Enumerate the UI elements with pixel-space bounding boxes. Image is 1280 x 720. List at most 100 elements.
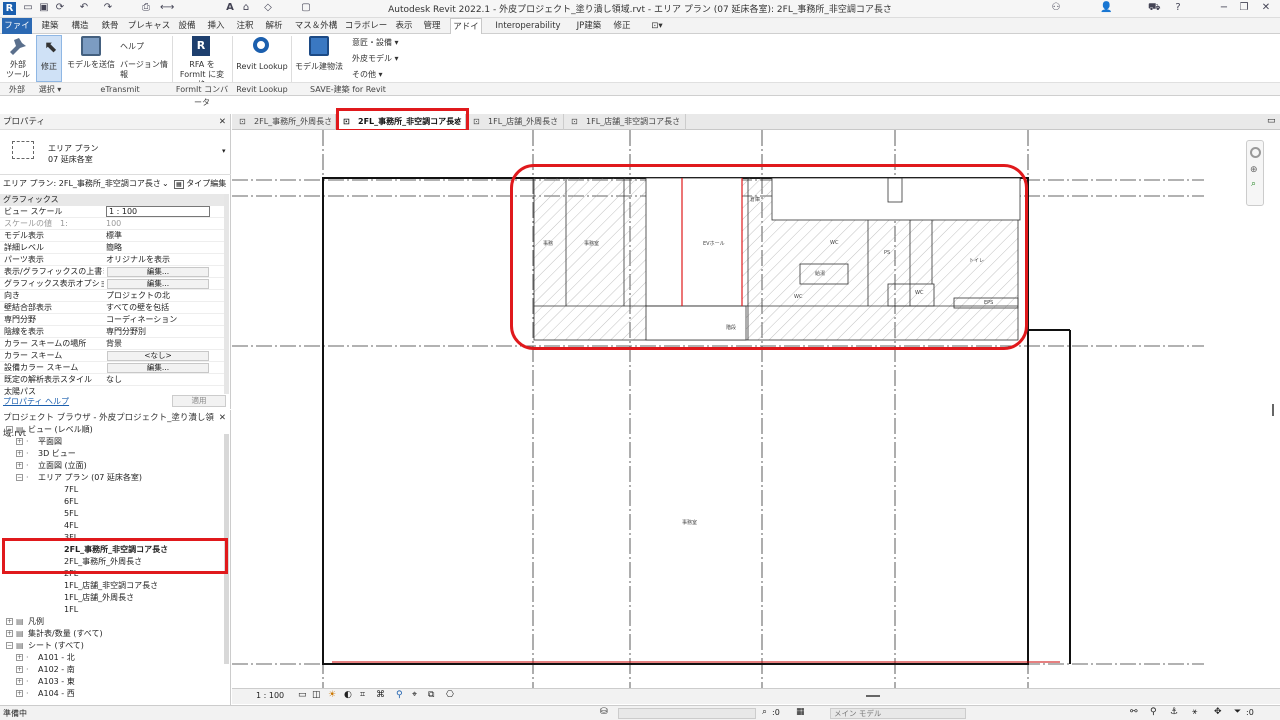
- property-row[interactable]: グラフィックス表示オプション編集...: [0, 278, 224, 290]
- browser-item[interactable]: ビュー (レベル順): [28, 424, 93, 435]
- tab-massing[interactable]: マス＆外構: [292, 18, 340, 34]
- revit-lookup-button[interactable]: Revit Lookup: [236, 36, 288, 82]
- workset-selector[interactable]: [618, 708, 756, 719]
- browser-item[interactable]: 1FL_店舗_外周長さ: [64, 592, 134, 603]
- browser-item[interactable]: A103 - 東: [38, 676, 75, 687]
- expand-icon[interactable]: +: [16, 654, 23, 661]
- tab-structure[interactable]: 構造: [68, 18, 92, 34]
- zoom-icon[interactable]: ⊕: [1250, 165, 1258, 175]
- browser-item[interactable]: 1FL: [64, 604, 78, 615]
- crop-region-icon[interactable]: ⌘: [376, 690, 385, 700]
- worksharing-icon[interactable]: ⛁: [600, 707, 608, 717]
- tab-manage[interactable]: 管理: [420, 18, 444, 34]
- browser-item[interactable]: 7FL: [64, 484, 78, 495]
- reveal-hidden-icon[interactable]: ⌖: [412, 690, 417, 700]
- close-properties-icon[interactable]: ✕: [219, 114, 226, 130]
- tab-view[interactable]: 表示: [392, 18, 416, 34]
- browser-item[interactable]: 3D ビュー: [38, 448, 76, 459]
- property-edit-button[interactable]: 編集...: [107, 267, 209, 277]
- shadows-icon[interactable]: ◐: [344, 690, 352, 700]
- tab-systems[interactable]: 設備: [175, 18, 199, 34]
- expand-icon[interactable]: +: [16, 678, 23, 685]
- tab-steel[interactable]: 鉄骨: [98, 18, 122, 34]
- collapse-icon[interactable]: −: [6, 642, 13, 649]
- panel-select[interactable]: 選択 ▾: [34, 83, 66, 96]
- collapse-icon[interactable]: −: [6, 426, 13, 433]
- send-model-button[interactable]: モデルを送信: [66, 36, 116, 82]
- expand-icon[interactable]: +: [16, 666, 23, 673]
- expand-icon[interactable]: +: [16, 690, 23, 697]
- browser-item[interactable]: 1FL_店舗_非空調コア長さ: [64, 580, 158, 591]
- tab-2fl-office-perimeter[interactable]: ⊡ 2FL_事務所_外周長さ: [234, 114, 336, 130]
- tab-analyze[interactable]: 解析: [262, 18, 286, 34]
- vertical-scroll-indicator[interactable]: [1272, 404, 1274, 416]
- browser-item[interactable]: エリア プラン (07 延床各室): [38, 472, 142, 483]
- property-row[interactable]: 既定の解析表示スタイル なし: [0, 374, 224, 386]
- browser-item[interactable]: シート (すべて): [28, 640, 84, 651]
- design-settings-dropdown[interactable]: 意匠・設備 ▾: [352, 38, 402, 48]
- browser-item[interactable]: 集計表/数量 (すべて): [28, 628, 103, 639]
- filter-selection-icon[interactable]: ⏷: [1234, 707, 1241, 717]
- others-dropdown[interactable]: その他 ▾: [352, 70, 402, 80]
- browser-item[interactable]: 5FL: [64, 508, 78, 519]
- analysis-icon[interactable]: ⎔: [446, 690, 454, 700]
- property-row[interactable]: カラー スキームの場所 背景: [0, 338, 224, 350]
- property-row[interactable]: 壁結合部表示 すべての壁を包括: [0, 302, 224, 314]
- model-building-button[interactable]: モデル建物法: [294, 36, 344, 82]
- property-row[interactable]: 設備カラー スキーム 編集...: [0, 362, 224, 374]
- properties-help-link[interactable]: プロパティ ヘルプ: [3, 396, 69, 407]
- temp-properties-icon[interactable]: ⧉: [428, 690, 434, 700]
- property-edit-button[interactable]: 編集...: [107, 363, 209, 373]
- select-face-icon[interactable]: ⚹: [1192, 707, 1197, 717]
- select-pinned-icon[interactable]: ⚓: [1170, 707, 1178, 717]
- browser-item[interactable]: 凡例: [28, 616, 44, 627]
- browser-item[interactable]: A101 - 北: [38, 652, 75, 663]
- tab-jp-architecture[interactable]: JP建築: [574, 18, 604, 34]
- tab-interoperability[interactable]: Interoperability Tools: [487, 18, 569, 47]
- browser-item[interactable]: 4FL: [64, 520, 78, 531]
- hide-isolate-icon[interactable]: ⚲: [396, 690, 403, 700]
- select-underlay-icon[interactable]: ⚲: [1150, 707, 1157, 717]
- collapse-icon[interactable]: −: [16, 474, 23, 481]
- property-row[interactable]: 陰線を表示 専門分野別: [0, 326, 224, 338]
- tab-annotate[interactable]: 注釈: [233, 18, 257, 34]
- browser-item[interactable]: 立面図 (立面): [38, 460, 87, 471]
- steering-wheel-icon[interactable]: [1250, 147, 1261, 158]
- property-row[interactable]: モデル表示 標準: [0, 230, 224, 242]
- cart-icon[interactable]: ⛟: [1148, 2, 1161, 14]
- scroll-thumb[interactable]: [866, 695, 880, 697]
- tab-insert[interactable]: 挿入: [204, 18, 228, 34]
- browser-item[interactable]: 平面図: [38, 436, 62, 447]
- binoculars-icon[interactable]: ⚇: [1050, 2, 1062, 14]
- property-row[interactable]: 詳細レベル 簡略: [0, 242, 224, 254]
- rfa-formit-button[interactable]: R RFA を FormIt に変換: [176, 36, 228, 89]
- filter-icon[interactable]: ⌕: [762, 707, 767, 717]
- edit-type-button[interactable]: ▦ タイプ編集: [174, 177, 228, 191]
- envelope-model-dropdown[interactable]: 外皮モデル ▾: [352, 54, 402, 64]
- tab-addins[interactable]: アドイン: [450, 18, 482, 48]
- section-graphics[interactable]: グラフィックス: [0, 194, 224, 206]
- crop-icon[interactable]: ⌗: [360, 690, 365, 700]
- property-edit-button[interactable]: 編集...: [107, 279, 209, 289]
- property-scrollbar[interactable]: [224, 194, 229, 394]
- browser-item[interactable]: A102 - 南: [38, 664, 75, 675]
- version-info-button[interactable]: バージョン情報: [120, 60, 170, 80]
- visual-style-icon[interactable]: ◫: [312, 690, 321, 700]
- restore-icon[interactable]: ❐: [1238, 2, 1250, 14]
- detail-level-icon[interactable]: ▭: [298, 690, 307, 700]
- tab-1fl-shop-perimeter[interactable]: ⊡ 1FL_店舗_外周長さ: [468, 114, 564, 130]
- property-row[interactable]: 表示/グラフィックスの上書き 編集...: [0, 266, 224, 278]
- property-row[interactable]: パーツ表示 オリジナルを表示: [0, 254, 224, 266]
- property-row[interactable]: ビュー スケール 1 : 100: [0, 206, 224, 218]
- property-value[interactable]: 1 : 100: [106, 206, 210, 217]
- tab-file[interactable]: ファイル: [2, 18, 32, 47]
- drawing-canvas[interactable]: 事務 事務室 EVホール 倉庫 WC PS 給湯 WC WC トイレ EPS 階…: [232, 130, 1272, 688]
- design-option-icon[interactable]: ▦: [796, 707, 805, 717]
- tab-1fl-shop-core[interactable]: ⊡ 1FL_店舗_非空調コア長さ: [566, 114, 686, 130]
- design-option-selector[interactable]: メイン モデル: [830, 708, 966, 719]
- property-row[interactable]: 向き プロジェクトの北: [0, 290, 224, 302]
- navigation-bar[interactable]: ⊕ ⌕: [1246, 140, 1264, 206]
- tab-modify[interactable]: 修正: [609, 18, 635, 34]
- view-scale[interactable]: 1 : 100: [256, 691, 284, 700]
- sun-path-icon[interactable]: ☀: [328, 690, 336, 700]
